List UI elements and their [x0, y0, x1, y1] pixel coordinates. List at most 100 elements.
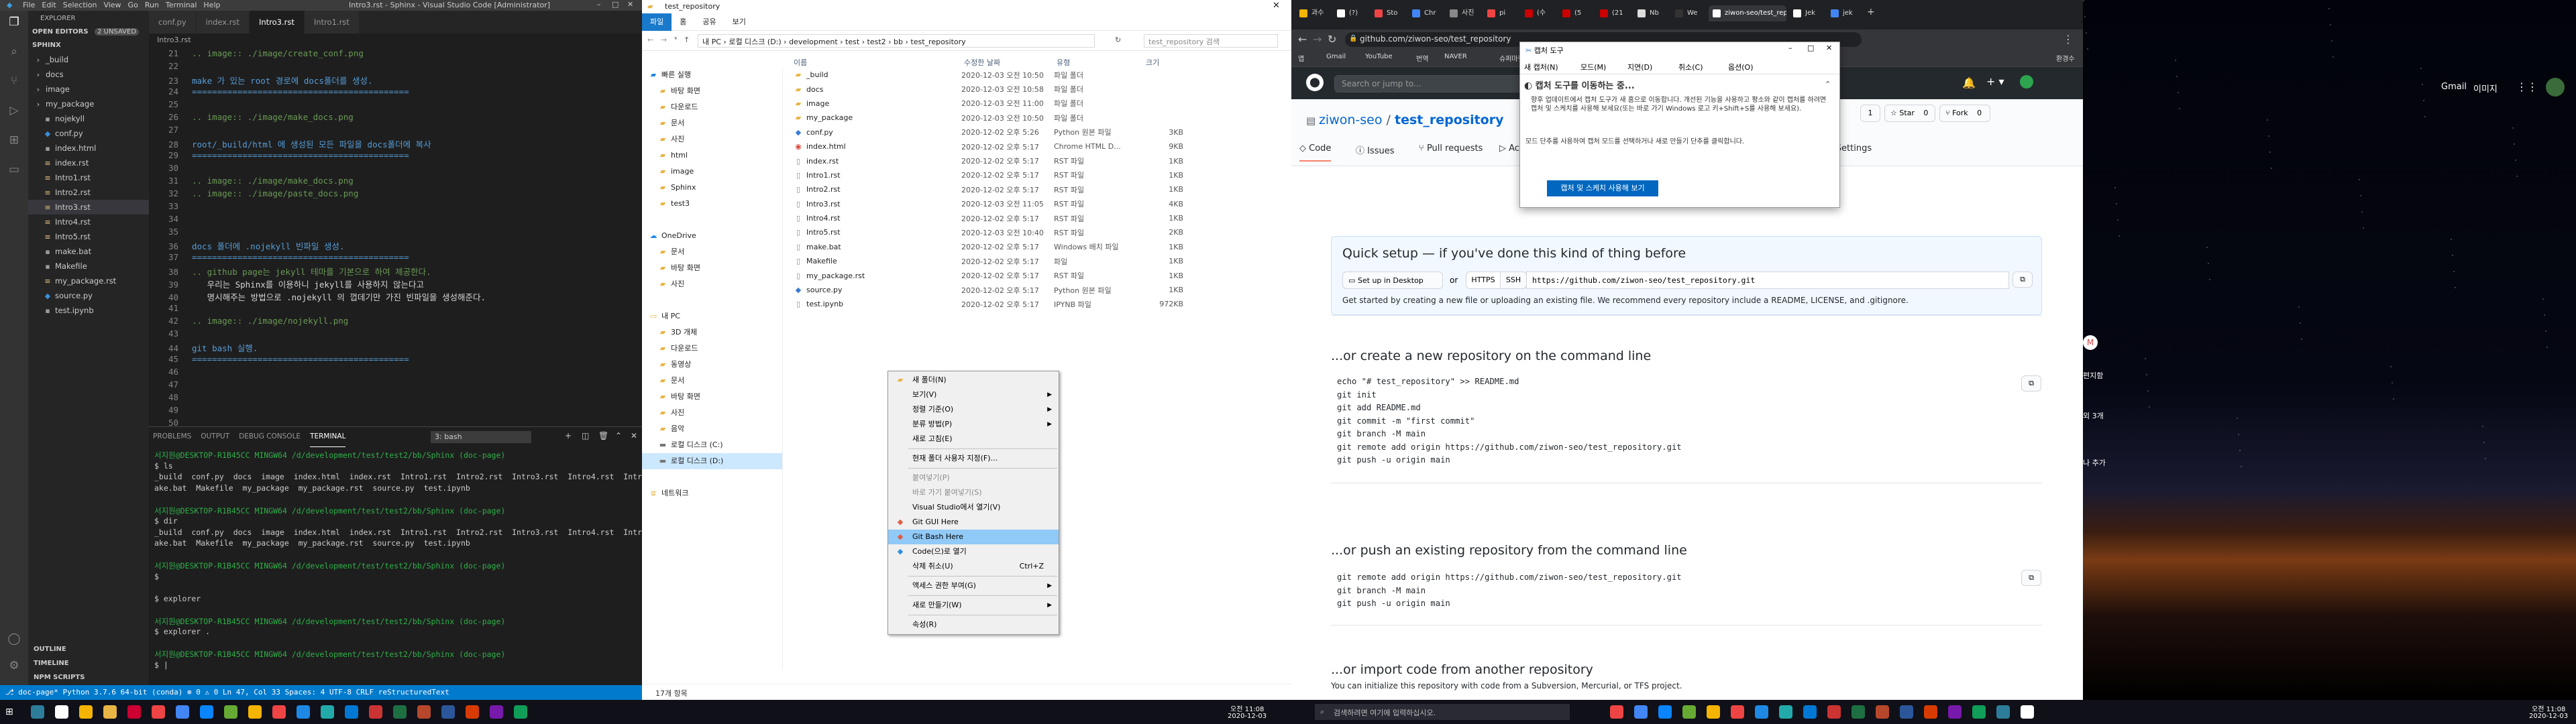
repo-tab-code[interactable]: ◇ Code	[1299, 143, 1332, 162]
tree-item[interactable]: › my_package	[28, 97, 149, 111]
nav-item[interactable]: ▰ 문서	[642, 373, 782, 389]
ribbon-tab[interactable]: 보기	[724, 13, 754, 31]
taskbar-app-icon[interactable]	[466, 705, 479, 719]
taskbar-search-input[interactable]: 검색하려면 여기에 입력하십시오.	[1315, 704, 1570, 720]
panel-tab-debug-console[interactable]: DEBUG CONSOLE	[239, 432, 301, 447]
nav-item[interactable]: ☁ OneDrive	[642, 228, 782, 244]
close-icon[interactable]: ✕	[627, 0, 633, 9]
gear-icon[interactable]: ⚙	[7, 658, 21, 673]
taskbar-app-icon[interactable]	[490, 705, 503, 719]
tree-item[interactable]: ▪ test.ipynb	[28, 303, 149, 318]
start-icon[interactable]: ⊞	[5, 707, 13, 717]
snip-tool-button[interactable]: 옵션(O)	[1728, 62, 1753, 72]
clock-time[interactable]: 오전 11:08	[1230, 703, 1264, 713]
nav-item[interactable]: ▰ 사진	[642, 131, 782, 147]
clock-date[interactable]: 2020-12-03	[1228, 713, 1267, 720]
menu-item-code-으-로-열기[interactable]: ◆ Code(으)로 열기	[888, 544, 1059, 559]
taskbar-app-icon[interactable]	[441, 705, 455, 719]
nav-item[interactable]: ▰ image	[642, 164, 782, 180]
bell-icon[interactable]: 🔔	[1962, 76, 1976, 89]
copy-url-button[interactable]: ⧉	[2012, 272, 2033, 288]
address-bar[interactable]: 내 PC › 로컬 디스크 (D:) › development › test …	[698, 34, 1095, 48]
snip-tool-button[interactable]: 새 캡처(N)	[1524, 62, 1558, 72]
tab-index-rst[interactable]: index.rst	[196, 11, 250, 34]
browser-tab[interactable]: 사진	[1446, 5, 1481, 21]
account-icon[interactable]: ◯	[7, 631, 21, 646]
taskbar-app-icon[interactable]	[248, 705, 262, 719]
section-npm-scripts[interactable]: NPM SCRIPTS	[28, 670, 149, 684]
taskbar-app-icon[interactable]	[417, 705, 431, 719]
file-row[interactable]: ▰ my_package 2020-12-03 오전 10:50 파일 폴더	[791, 111, 1287, 125]
apps-grid-icon[interactable]: ⋮⋮	[2516, 80, 2538, 93]
maximize-icon[interactable]: □	[1807, 44, 1814, 52]
taskbar-app-icon[interactable]	[152, 705, 165, 719]
menu-item-액세스-권한-부여-g-[interactable]: 액세스 권한 부여(G) ▶	[888, 579, 1059, 593]
taskbar-app-icon[interactable]	[1755, 705, 1768, 719]
file-row[interactable]: ▰ image 2020-12-03 오전 11:00 파일 폴더	[791, 97, 1287, 111]
nav-item[interactable]: ▰ test3	[642, 196, 782, 212]
clock-time[interactable]: 오전 11:08	[2532, 703, 2565, 713]
taskbar-app-icon[interactable]	[176, 705, 189, 719]
reload-icon[interactable]: ↻	[1328, 33, 1336, 46]
nav-item[interactable]: ▰ Sphinx	[642, 180, 782, 196]
menu-item-분류-방법-p-[interactable]: 분류 방법(P) ▶	[888, 417, 1059, 432]
forward-icon[interactable]: →	[1313, 33, 1322, 46]
github-search-input[interactable]: Search or jump to...	[1334, 75, 1522, 93]
tab-intro1-rst[interactable]: Intro1.rst	[304, 11, 360, 34]
taskbar-app-icon[interactable]	[321, 705, 334, 719]
nav-item[interactable]: ▰ 문서	[642, 115, 782, 131]
panel-tab-output[interactable]: OUTPUT	[201, 432, 229, 447]
add-terminal-icon[interactable]: +	[565, 431, 572, 440]
tree-item[interactable]: ≡ Intro2.rst	[28, 185, 149, 200]
menu-item[interactable]: Help	[203, 1, 220, 9]
nav-item[interactable]: ▰ 3D 개체	[642, 324, 782, 341]
gmail-link[interactable]: Gmail	[2441, 82, 2467, 92]
tree-item[interactable]: › _build	[28, 52, 149, 67]
nav-item[interactable]: ▰ 다운로드	[642, 341, 782, 357]
menu-item[interactable]: Edit	[42, 1, 56, 9]
nav-item[interactable]: ▰ 바탕 화면	[642, 83, 782, 99]
terminal-output[interactable]: 서지원@DESKTOP-R1B45CC MINGW64 /d/developme…	[149, 447, 642, 671]
tree-item[interactable]: ≡ Intro4.rst	[28, 215, 149, 229]
browser-tab[interactable]: Nb	[1633, 5, 1668, 21]
nav-item[interactable]: ▬ 로컬 디스크 (C:)	[642, 437, 782, 453]
browser-tab[interactable]: Chr	[1408, 5, 1443, 21]
bookmark-item[interactable]: 번역	[1416, 53, 1428, 63]
clock-date[interactable]: 2020-12-03	[2529, 713, 2568, 720]
snip-tool-button[interactable]: 모드(M)	[1580, 62, 1606, 72]
taskbar-app-icon[interactable]	[1948, 705, 1962, 719]
copy-create-button[interactable]: ⧉	[2021, 375, 2041, 391]
refresh-icon[interactable]: ↻	[1115, 36, 1121, 44]
nav-item[interactable]: ▰ 빠른 실행	[642, 67, 782, 83]
up-icon[interactable]: ↑	[684, 36, 690, 44]
section-outline[interactable]: OUTLINE	[28, 642, 149, 656]
ssh-button[interactable]: SSH	[1500, 272, 1527, 289]
menu-item[interactable]: Run	[145, 1, 159, 9]
taskbar-app-icon[interactable]	[514, 705, 527, 719]
menu-item-정렬-기준-o-[interactable]: 정렬 기준(O) ▶	[888, 402, 1059, 417]
avatar[interactable]	[2020, 75, 2033, 88]
browser-tab[interactable]: (21	[1596, 5, 1631, 21]
avatar[interactable]	[2546, 78, 2565, 97]
forward-icon[interactable]: →	[661, 36, 667, 44]
taskbar-app-icon[interactable]	[127, 705, 141, 719]
bookmark-item[interactable]: 앱	[1298, 53, 1304, 63]
nav-item[interactable]: ▰ 음악	[642, 421, 782, 437]
tab-conf-py[interactable]: conf.py	[149, 11, 197, 34]
taskbar-app-icon[interactable]	[1610, 705, 1623, 719]
tree-item[interactable]: ≡ Intro3.rst	[28, 200, 149, 215]
file-row[interactable]: ▯ test.ipynb 2020-12-02 오후 5:17 IPYNB 파일 972…	[791, 297, 1287, 311]
taskbar-app-icon[interactable]	[1996, 705, 2010, 719]
bookmark-item[interactable]: Gmail	[1326, 53, 1346, 60]
desktop-icon-label[interactable]: 편지함	[2083, 370, 2103, 381]
tree-item[interactable]: ◆ conf.py	[28, 126, 149, 141]
terminal-select[interactable]: 3: bash	[431, 431, 531, 443]
menu-item[interactable]: Selection	[63, 1, 97, 9]
column-header[interactable]: 이름	[791, 57, 961, 68]
breadcrumb[interactable]: Intro3.rst	[149, 34, 642, 47]
taskbar-app-icon[interactable]	[1803, 705, 1817, 719]
menu-item-새-폴더-n-[interactable]: ▰ 새 폴더(N)	[888, 373, 1059, 387]
menu-item-현재-폴더-사용자-지정-f----[interactable]: 현재 폴더 사용자 지정(F)...	[888, 451, 1059, 466]
split-terminal-icon[interactable]: ◫	[582, 431, 589, 440]
snip-tool-button[interactable]: 지연(D)	[1627, 62, 1652, 72]
